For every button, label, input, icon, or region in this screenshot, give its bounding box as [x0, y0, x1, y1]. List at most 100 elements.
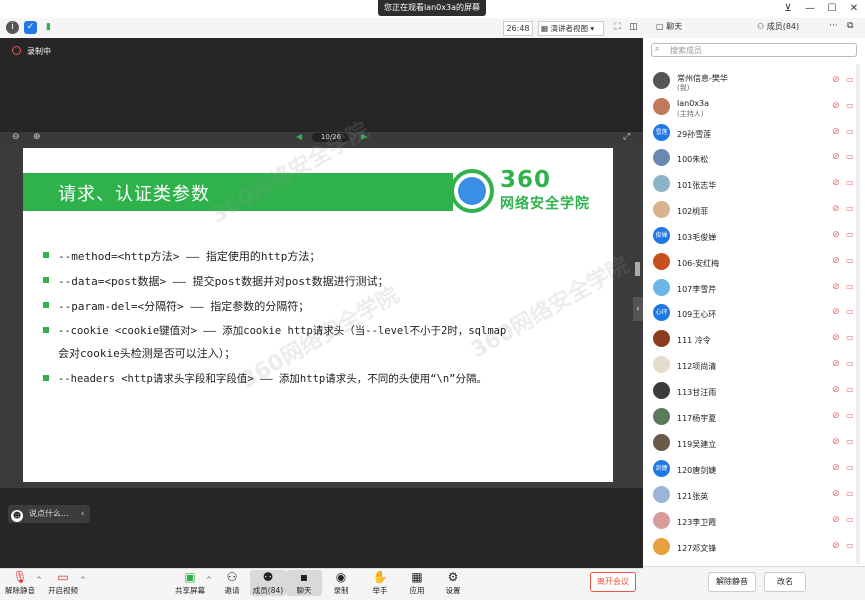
list-item[interactable]: 121张英 ⊘ ▭ — [650, 483, 860, 509]
mic-off-icon[interactable]: ⊘ — [832, 385, 840, 395]
chevron-up-icon[interactable]: ^ — [206, 576, 212, 584]
list-item[interactable]: 101张志华 ⊘ ▭ — [650, 172, 860, 198]
chevron-left-icon[interactable]: ‹ — [75, 505, 90, 523]
list-item[interactable]: 111 冷令 ⊘ ▭ — [650, 327, 860, 353]
mic-off-icon[interactable]: ⊘ — [832, 204, 840, 214]
avatar: 剑婕 — [653, 460, 670, 477]
mic-off-icon[interactable]: ⊘ — [832, 178, 840, 188]
members-button[interactable]: ⚉ 成员(84) — [250, 570, 286, 596]
member-name: 103毛俊婵 — [677, 233, 717, 242]
rename-button[interactable]: 改名 — [764, 572, 806, 592]
list-item[interactable]: 107李雪芹 ⊘ ▭ — [650, 276, 860, 302]
tab-members[interactable]: ⚇ 成员(84) — [757, 21, 799, 32]
mic-off-icon[interactable]: ⊘ — [832, 282, 840, 292]
record-button[interactable]: ◉ 录制 — [323, 570, 359, 596]
tab-chat[interactable]: ▢ 聊天 — [656, 21, 682, 32]
view-mode-select[interactable]: ▦ 演讲者视图 ▾ — [538, 21, 604, 36]
avatar — [653, 98, 670, 115]
mic-off-icon[interactable]: ⊘ — [832, 230, 840, 240]
raise-hand-button[interactable]: ✋ 举手 — [362, 570, 398, 596]
share-screen-button[interactable]: ▣ 共享屏幕 — [172, 570, 208, 596]
member-search-input[interactable]: 搜索成员 — [651, 43, 857, 57]
video-off-icon[interactable]: ▭ — [846, 256, 854, 265]
list-item[interactable]: 常州信息-樊华 (我) ⊘ ▭ — [650, 69, 860, 95]
info-icon[interactable]: i — [6, 21, 19, 34]
mic-off-icon[interactable]: ⊘ — [832, 152, 840, 162]
pin-icon[interactable]: ⊻ — [777, 0, 799, 18]
leave-meeting-button[interactable]: 离开会议 — [590, 572, 636, 592]
signal-icon[interactable]: ▮ — [42, 21, 55, 34]
video-off-icon[interactable]: ▭ — [846, 541, 854, 550]
video-off-icon[interactable]: ▭ — [846, 307, 854, 316]
unmute-all-button[interactable]: 解除静音 — [708, 572, 756, 592]
layout-icon[interactable]: ◫ — [627, 21, 640, 34]
list-item[interactable]: 雪莲 29孙雪莲 ⊘ ▭ — [650, 121, 860, 147]
maximize-icon[interactable]: ☐ — [821, 0, 843, 18]
mic-off-icon[interactable]: ⊘ — [832, 75, 840, 85]
list-item[interactable]: 102桃菲 ⊘ ▭ — [650, 198, 860, 224]
video-off-icon[interactable]: ▭ — [846, 282, 854, 291]
zoom-in-icon[interactable]: ⊕ — [33, 132, 41, 142]
video-off-icon[interactable]: ▭ — [846, 437, 854, 446]
minimize-icon[interactable]: — — [799, 0, 821, 18]
list-item[interactable]: 俊婵 103毛俊婵 ⊘ ▭ — [650, 224, 860, 250]
close-icon[interactable]: ✕ — [843, 0, 865, 18]
expand-icon[interactable]: ⤢ — [623, 132, 630, 142]
list-item[interactable]: 心环 109王心环 ⊘ ▭ — [650, 301, 860, 327]
video-off-icon[interactable]: ▭ — [846, 152, 854, 161]
mic-off-icon[interactable]: ⊘ — [832, 463, 840, 473]
mic-off-icon[interactable]: ⊘ — [832, 515, 840, 525]
video-off-icon[interactable]: ▭ — [846, 359, 854, 368]
chevron-up-icon[interactable]: ^ — [36, 576, 42, 584]
more-icon[interactable]: ··· — [829, 21, 838, 31]
shield-icon[interactable]: ✓ — [24, 21, 37, 34]
unmute-button[interactable]: 🎙 解除静音 — [2, 570, 38, 596]
list-item[interactable]: 112项尚清 ⊘ ▭ — [650, 353, 860, 379]
video-off-icon[interactable]: ▭ — [846, 75, 854, 84]
slide-scrollbar[interactable] — [635, 262, 640, 276]
settings-button[interactable]: ⚙ 设置 — [435, 570, 471, 596]
fullscreen-icon[interactable]: ⛶ — [611, 21, 624, 34]
start-video-label: 开启视频 — [48, 586, 78, 595]
mic-off-icon[interactable]: ⊘ — [832, 101, 840, 111]
video-off-icon[interactable]: ▭ — [846, 127, 854, 136]
video-off-icon[interactable]: ▭ — [846, 230, 854, 239]
video-off-icon[interactable]: ▭ — [846, 178, 854, 187]
mic-off-icon[interactable]: ⊘ — [832, 541, 840, 551]
list-item[interactable]: 100朱松 ⊘ ▭ — [650, 146, 860, 172]
apps-button[interactable]: ▦ 应用 — [399, 570, 435, 596]
list-item[interactable]: 127邓文锋 ⊘ ▭ — [650, 535, 860, 561]
zoom-out-icon[interactable]: ⊖ — [12, 132, 20, 142]
collapse-panel-handle[interactable]: ‹ — [633, 297, 643, 321]
video-off-icon[interactable]: ▭ — [846, 463, 854, 472]
list-item[interactable]: 113甘汪雨 ⊘ ▭ — [650, 379, 860, 405]
video-off-icon[interactable]: ▭ — [846, 411, 854, 420]
popout-icon[interactable]: ⧉ — [847, 21, 853, 31]
mic-off-icon[interactable]: ⊘ — [832, 489, 840, 499]
list-item[interactable]: 119吴建立 ⊘ ▭ — [650, 431, 860, 457]
list-item[interactable]: 123李卫霞 ⊘ ▭ — [650, 509, 860, 535]
start-video-button[interactable]: ▭ 开启视频 — [45, 570, 81, 596]
list-item[interactable]: 剑婕 120唐剑婕 ⊘ ▭ — [650, 457, 860, 483]
invite-button[interactable]: ⚇ 邀请 — [214, 570, 250, 596]
mic-off-icon[interactable]: ⊘ — [832, 333, 840, 343]
mic-off-icon[interactable]: ⊘ — [832, 437, 840, 447]
mic-off-icon[interactable]: ⊘ — [832, 256, 840, 266]
list-item[interactable]: 106-安红梅 ⊘ ▭ — [650, 250, 860, 276]
video-off-icon[interactable]: ▭ — [846, 101, 854, 110]
video-off-icon[interactable]: ▭ — [846, 204, 854, 213]
video-off-icon[interactable]: ▭ — [846, 515, 854, 524]
chat-button[interactable]: ▪ 聊天 — [286, 570, 322, 596]
video-off-icon[interactable]: ▭ — [846, 385, 854, 394]
mic-off-icon[interactable]: ⊘ — [832, 411, 840, 421]
mic-off-icon[interactable]: ⊘ — [832, 307, 840, 317]
list-item[interactable]: lan0x3a (主持人) ⊘ ▭ — [650, 95, 860, 121]
prev-page-icon[interactable]: ◀ — [296, 132, 302, 141]
raise-hand-label: 举手 — [372, 586, 388, 595]
list-item[interactable]: 117杨宇夏 ⊘ ▭ — [650, 405, 860, 431]
chevron-up-icon[interactable]: ^ — [80, 576, 86, 584]
video-off-icon[interactable]: ▭ — [846, 333, 854, 342]
mic-off-icon[interactable]: ⊘ — [832, 127, 840, 137]
mic-off-icon[interactable]: ⊘ — [832, 359, 840, 369]
video-off-icon[interactable]: ▭ — [846, 489, 854, 498]
